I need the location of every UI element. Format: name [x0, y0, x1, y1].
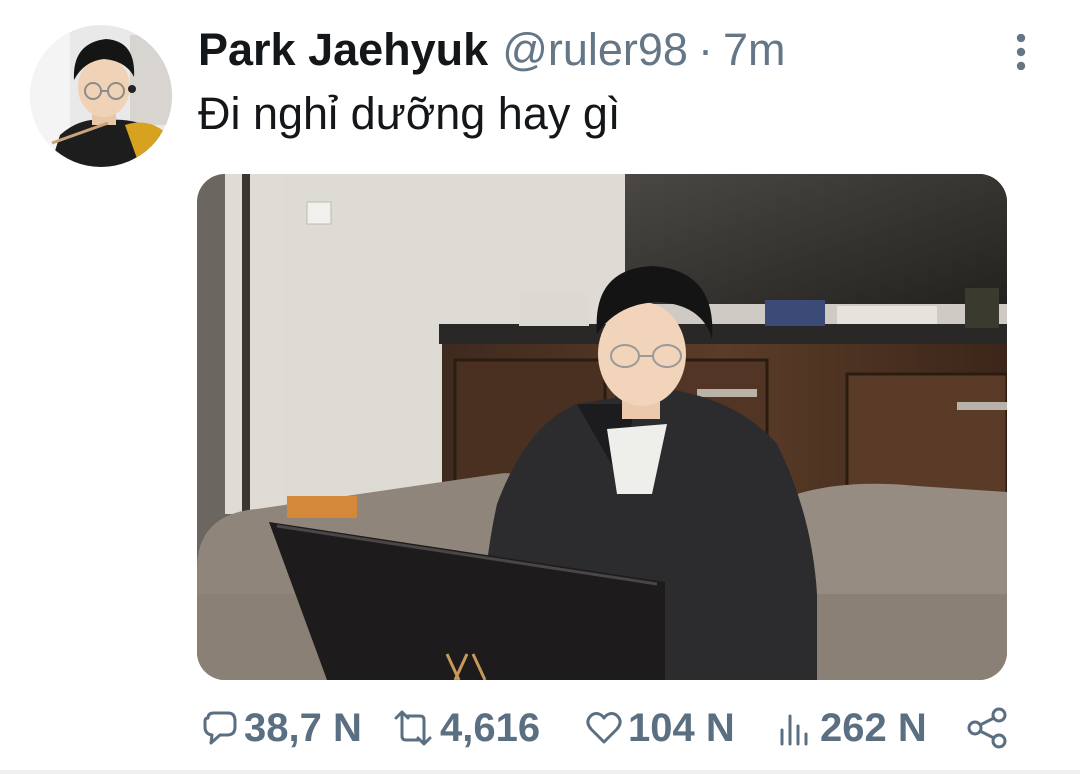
- views-button[interactable]: 262 N: [776, 700, 927, 756]
- photo-illustration: [197, 174, 1007, 680]
- author-handle[interactable]: @ruler98: [502, 24, 688, 76]
- tweet-header: Park Jaehyuk @ruler98 · 7m: [198, 24, 785, 82]
- tweet-timestamp[interactable]: 7m: [723, 24, 786, 76]
- tweet-actions: 38,7 N 4,616 104 N 262 N: [196, 700, 1026, 756]
- retweet-count: 4,616: [440, 705, 541, 750]
- avatar[interactable]: [30, 25, 172, 167]
- like-count: 104 N: [628, 705, 735, 750]
- reply-count: 38,7 N: [244, 705, 362, 750]
- header-separator: ·: [697, 24, 713, 75]
- tweet-card: Park Jaehyuk @ruler98 · 7m Đi nghỉ dưỡng…: [0, 0, 1080, 774]
- divider: [0, 770, 1080, 774]
- like-button[interactable]: 104 N: [584, 700, 735, 756]
- tweet-text: Đi nghỉ dưỡng hay gì: [198, 88, 621, 139]
- vertical-dots-icon: [1016, 33, 1026, 71]
- more-options-button[interactable]: [1005, 33, 1037, 71]
- share-nodes-icon: [966, 706, 1010, 750]
- retweet-arrows-icon: [390, 708, 436, 748]
- bar-chart-icon: [776, 708, 816, 748]
- heart-icon: [584, 708, 624, 748]
- share-button[interactable]: [966, 700, 1010, 756]
- speech-bubble-icon: [200, 708, 240, 748]
- author-name[interactable]: Park Jaehyuk: [198, 24, 488, 76]
- retweet-button[interactable]: 4,616: [390, 700, 540, 756]
- avatar-photo: [30, 25, 172, 167]
- reply-button[interactable]: 38,7 N: [200, 700, 362, 756]
- tweet-photo[interactable]: [197, 174, 1007, 680]
- views-count: 262 N: [820, 705, 927, 750]
